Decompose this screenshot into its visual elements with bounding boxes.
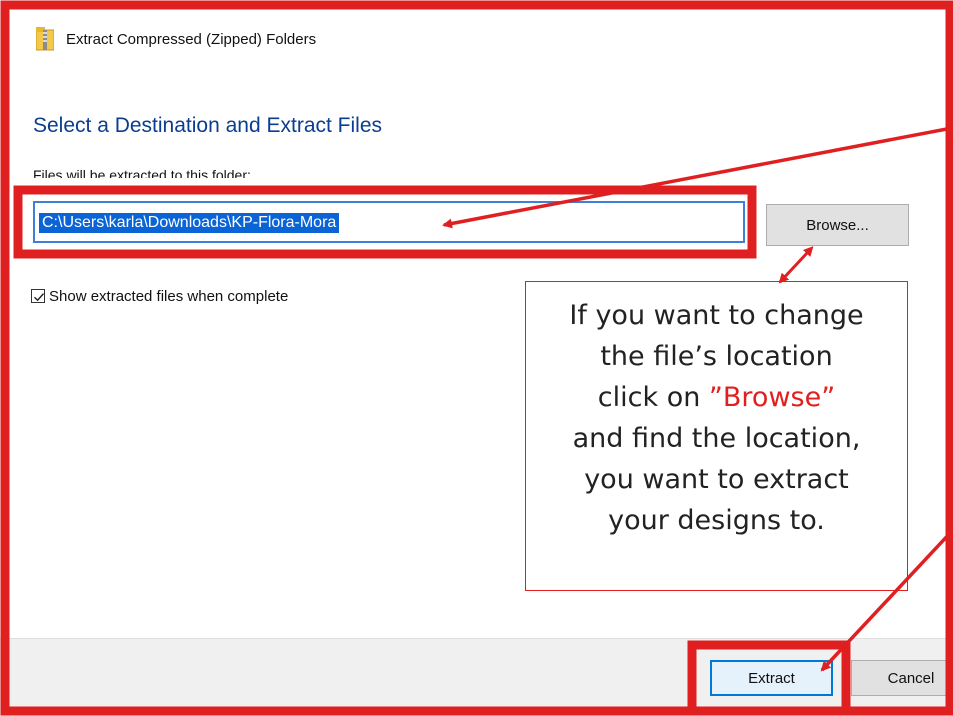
callout-line-3: click on ”Browse” [526,377,907,418]
browse-arrow [778,246,814,284]
show-files-checkbox-row[interactable]: Show extracted files when complete [31,286,288,306]
browse-button[interactable]: Browse... [766,204,909,246]
extract-dialog: Extract Compressed (Zipped) Folders Sele… [0,0,953,716]
title-bar[interactable]: Extract Compressed (Zipped) Folders [0,0,953,72]
checkmark-icon [34,293,45,302]
page-heading: Select a Destination and Extract Files [33,114,383,137]
callout-line-5: you want to extract [584,464,849,495]
callout-line-2: the file’s location [600,341,833,372]
callout-line-6: your designs to. [608,505,825,536]
destination-label: Files will be extracted to this folder: [33,167,251,178]
show-files-checkbox-label: Show extracted files when complete [49,287,289,305]
destination-path-input[interactable]: C:\Users\karla\Downloads\KP-Flora-Mora [33,201,745,243]
callout-line-3-prefix: click on [597,382,709,413]
zip-folder-icon [35,27,55,51]
destination-path-value: C:\Users\karla\Downloads\KP-Flora-Mora [39,213,340,233]
callout-line-1: If you want to change [569,300,864,331]
callout-line-4: and find the location, [572,423,861,454]
window-title: Extract Compressed (Zipped) Folders [66,31,317,48]
callout-browse-highlight: ”Browse” [708,382,836,413]
instruction-callout: If you want to change the file’s locatio… [525,281,908,591]
extract-button[interactable]: Extract [710,660,833,696]
show-files-checkbox[interactable] [31,289,45,303]
cancel-button[interactable]: Cancel [851,660,953,696]
